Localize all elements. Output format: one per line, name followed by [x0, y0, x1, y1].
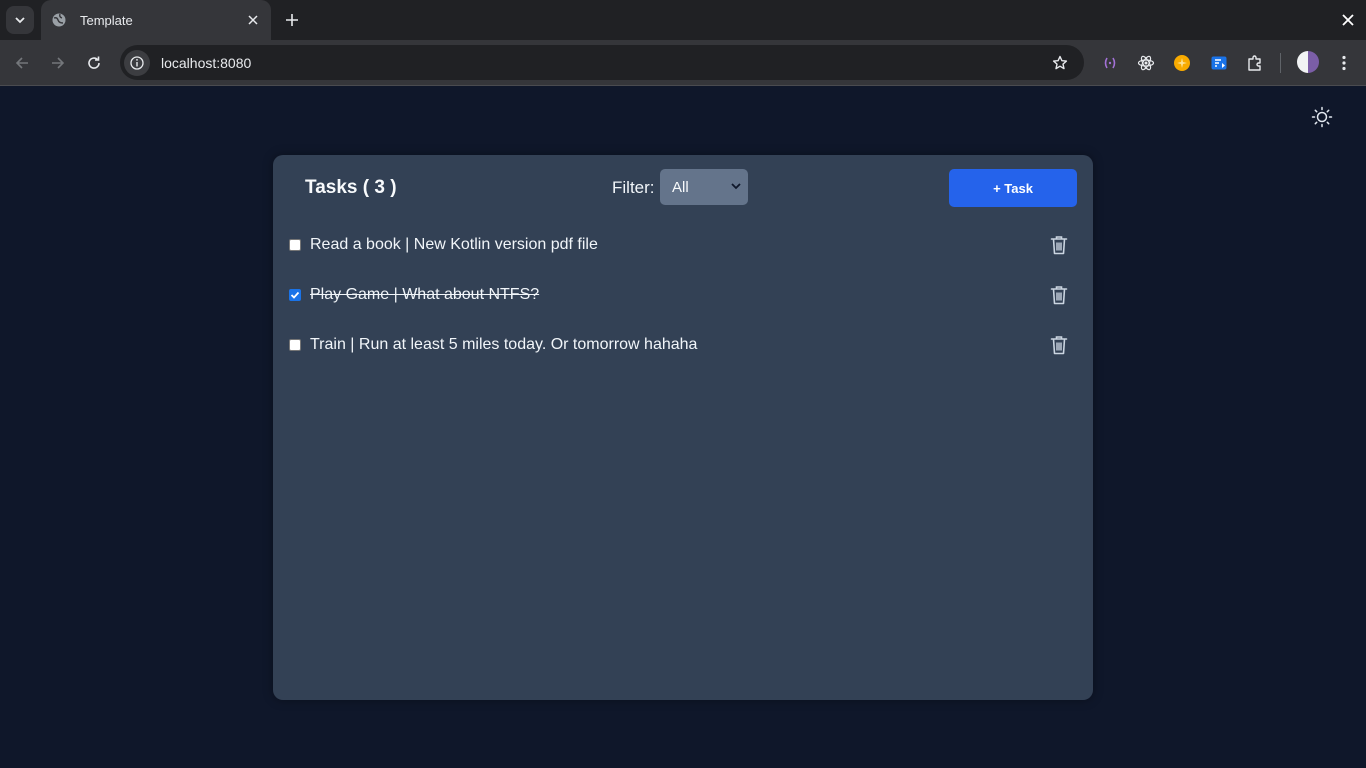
address-bar[interactable]: localhost:8080 [120, 45, 1084, 80]
filter-selected-value: All [672, 178, 689, 196]
task-checkbox[interactable] [289, 339, 301, 351]
task-row: Train | Run at least 5 miles today. Or t… [289, 330, 1077, 360]
tab-strip: Template [0, 0, 1366, 40]
reload-icon[interactable] [82, 51, 106, 75]
trash-icon[interactable] [1049, 334, 1069, 356]
task-text: Play Game | What about NTFS? [310, 286, 540, 303]
browser-toolbar: localhost:8080 [0, 40, 1366, 86]
react-devtools-icon[interactable] [1135, 52, 1157, 74]
tab-search-icon[interactable] [6, 6, 34, 34]
browser-tab[interactable]: Template [41, 0, 271, 40]
sun-icon[interactable] [1309, 104, 1335, 130]
globe-icon [51, 12, 67, 28]
tasks-card: Tasks ( 3 ) Filter: All + Task Read a bo… [273, 155, 1093, 700]
task-text: Train | Run at least 5 miles today. Or t… [310, 336, 698, 353]
star-icon[interactable] [1050, 53, 1070, 73]
plus-icon[interactable] [282, 10, 302, 30]
forward-arrow-icon[interactable] [46, 51, 70, 75]
task-checkbox[interactable] [289, 239, 301, 251]
toolbar-separator [1280, 53, 1281, 73]
info-icon[interactable] [124, 49, 150, 76]
profile-avatar[interactable] [1297, 51, 1319, 73]
task-checkbox[interactable] [289, 289, 301, 301]
trash-icon[interactable] [1049, 234, 1069, 256]
chevron-down-icon [731, 178, 741, 196]
tab-title: Template [80, 12, 133, 28]
filter-label: Filter: [612, 178, 655, 197]
task-row: Read a book | New Kotlin version pdf fil… [289, 230, 1077, 260]
task-text: Read a book | New Kotlin version pdf fil… [310, 236, 598, 253]
task-row: Play Game | What about NTFS? [289, 280, 1077, 310]
window-close-icon[interactable] [1338, 10, 1358, 30]
filter-select[interactable]: All [660, 169, 748, 205]
url-text[interactable]: localhost:8080 [161, 55, 1050, 71]
extension-icon[interactable] [1099, 52, 1121, 74]
add-task-button[interactable]: + Task [949, 169, 1077, 207]
close-icon[interactable] [245, 12, 261, 28]
back-arrow-icon[interactable] [10, 51, 34, 75]
puzzle-icon[interactable] [1244, 52, 1266, 74]
blue-extension-icon[interactable] [1208, 52, 1230, 74]
kebab-menu-icon[interactable] [1333, 52, 1355, 74]
trash-icon[interactable] [1049, 284, 1069, 306]
page-title: Tasks ( 3 ) [305, 177, 397, 198]
orange-extension-icon[interactable] [1171, 52, 1193, 74]
